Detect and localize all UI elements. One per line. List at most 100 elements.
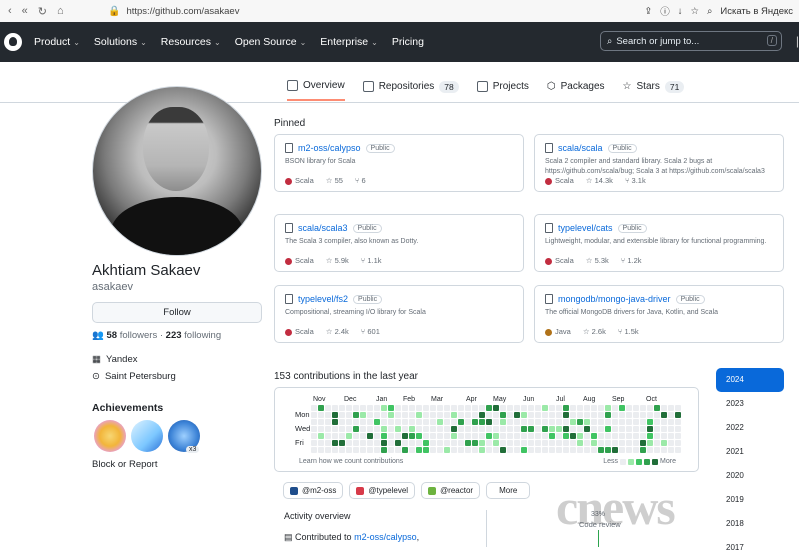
block-report-link[interactable]: Block or Report bbox=[92, 459, 157, 470]
contribution-cell[interactable] bbox=[374, 440, 380, 446]
contribution-cell[interactable] bbox=[619, 433, 625, 439]
contribution-cell[interactable] bbox=[381, 419, 387, 425]
achievement-starstruck-icon[interactable] bbox=[94, 420, 126, 452]
contribution-cell[interactable] bbox=[584, 419, 590, 425]
year-2023[interactable]: 2023 bbox=[716, 392, 784, 416]
contribution-cell[interactable] bbox=[444, 426, 450, 432]
contribution-cell[interactable] bbox=[668, 426, 674, 432]
contribution-cell[interactable] bbox=[514, 426, 520, 432]
contribution-cell[interactable] bbox=[612, 426, 618, 432]
contribution-cell[interactable] bbox=[353, 419, 359, 425]
contribution-cell[interactable] bbox=[472, 426, 478, 432]
contribution-cell[interactable] bbox=[626, 447, 632, 453]
contribution-cell[interactable] bbox=[514, 412, 520, 418]
contribution-cell[interactable] bbox=[591, 433, 597, 439]
contribution-cell[interactable] bbox=[675, 440, 681, 446]
contribution-cell[interactable] bbox=[577, 419, 583, 425]
contribution-cell[interactable] bbox=[612, 419, 618, 425]
contribution-cell[interactable] bbox=[409, 433, 415, 439]
contribution-cell[interactable] bbox=[451, 419, 457, 425]
contribution-cell[interactable] bbox=[444, 447, 450, 453]
contribution-cell[interactable] bbox=[626, 440, 632, 446]
contribution-cell[interactable] bbox=[402, 426, 408, 432]
repo-link[interactable]: scala/scala3 bbox=[298, 223, 348, 233]
contribution-cell[interactable] bbox=[318, 405, 324, 411]
contribution-cell[interactable] bbox=[654, 405, 660, 411]
reload-icon[interactable]: ↻ bbox=[38, 5, 47, 18]
contribution-cell[interactable] bbox=[430, 440, 436, 446]
contribution-cell[interactable] bbox=[486, 419, 492, 425]
contribution-cell[interactable] bbox=[591, 447, 597, 453]
contribution-cell[interactable] bbox=[612, 433, 618, 439]
contribution-cell[interactable] bbox=[626, 426, 632, 432]
contribution-cell[interactable] bbox=[458, 426, 464, 432]
contribution-cell[interactable] bbox=[311, 433, 317, 439]
contribution-cell[interactable] bbox=[318, 426, 324, 432]
tab-repositories[interactable]: Repositories 78 bbox=[362, 80, 459, 101]
contribution-cell[interactable] bbox=[423, 412, 429, 418]
contribution-cell[interactable] bbox=[493, 412, 499, 418]
contribution-cell[interactable] bbox=[549, 433, 555, 439]
contribution-cell[interactable] bbox=[332, 419, 338, 425]
nav-resources[interactable]: Resources ⌄ bbox=[161, 36, 221, 48]
contribution-cell[interactable] bbox=[388, 412, 394, 418]
contribution-cell[interactable] bbox=[311, 405, 317, 411]
contribution-cell[interactable] bbox=[346, 405, 352, 411]
contribution-cell[interactable] bbox=[472, 433, 478, 439]
contribution-cell[interactable] bbox=[654, 440, 660, 446]
contribution-cell[interactable] bbox=[479, 447, 485, 453]
contribution-cell[interactable] bbox=[416, 412, 422, 418]
tab-stars[interactable]: ☆ Stars 71 bbox=[623, 80, 685, 101]
contribution-cell[interactable] bbox=[479, 412, 485, 418]
contribution-cell[interactable] bbox=[325, 433, 331, 439]
contribution-cell[interactable] bbox=[402, 412, 408, 418]
stars-link[interactable]: ☆ 55 bbox=[326, 176, 343, 185]
contribution-cell[interactable] bbox=[458, 433, 464, 439]
contribution-cell[interactable] bbox=[661, 426, 667, 432]
following-link[interactable]: 223 following bbox=[166, 330, 221, 341]
contribution-cell[interactable] bbox=[668, 447, 674, 453]
contribution-cell[interactable] bbox=[332, 412, 338, 418]
contribution-cell[interactable] bbox=[577, 440, 583, 446]
browser-search-box[interactable]: Искать в Яндекс bbox=[720, 6, 793, 17]
history-icon[interactable]: « bbox=[22, 5, 28, 18]
star-icon[interactable]: ☆ bbox=[691, 6, 700, 17]
contribution-cell[interactable] bbox=[451, 426, 457, 432]
contribution-cell[interactable] bbox=[353, 412, 359, 418]
contribution-cell[interactable] bbox=[486, 433, 492, 439]
contribution-cell[interactable] bbox=[332, 405, 338, 411]
contribution-cell[interactable] bbox=[619, 426, 625, 432]
contribution-cell[interactable] bbox=[668, 419, 674, 425]
contributed-repo-link[interactable]: m2-oss/calypso bbox=[354, 532, 417, 542]
contribution-cell[interactable] bbox=[563, 412, 569, 418]
contribution-cell[interactable] bbox=[353, 447, 359, 453]
contribution-cell[interactable] bbox=[367, 447, 373, 453]
contribution-cell[interactable] bbox=[591, 426, 597, 432]
contribution-cell[interactable] bbox=[500, 426, 506, 432]
contribution-cell[interactable] bbox=[346, 419, 352, 425]
contribution-cell[interactable] bbox=[465, 433, 471, 439]
contribution-cell[interactable] bbox=[360, 447, 366, 453]
contribution-cell[interactable] bbox=[444, 405, 450, 411]
contribution-cell[interactable] bbox=[535, 426, 541, 432]
contribution-cell[interactable] bbox=[465, 405, 471, 411]
contribution-cell[interactable] bbox=[570, 412, 576, 418]
contribution-cell[interactable] bbox=[402, 433, 408, 439]
contribution-cell[interactable] bbox=[486, 426, 492, 432]
contribution-cell[interactable] bbox=[570, 433, 576, 439]
repo-link[interactable]: mongodb/mongo-java-driver bbox=[558, 294, 671, 304]
tab-overview[interactable]: Overview bbox=[287, 80, 345, 101]
forks-link[interactable]: ⑂ 3.1k bbox=[625, 176, 646, 185]
contribution-cell[interactable] bbox=[556, 426, 562, 432]
contribution-cell[interactable] bbox=[353, 433, 359, 439]
contribution-cell[interactable] bbox=[402, 440, 408, 446]
contribution-cell[interactable] bbox=[605, 447, 611, 453]
contribution-cell[interactable] bbox=[388, 426, 394, 432]
contribution-cell[interactable] bbox=[556, 447, 562, 453]
contribution-cell[interactable] bbox=[598, 433, 604, 439]
contribution-cell[interactable] bbox=[661, 440, 667, 446]
contribution-cell[interactable] bbox=[626, 412, 632, 418]
contribution-cell[interactable] bbox=[647, 419, 653, 425]
contribution-cell[interactable] bbox=[423, 426, 429, 432]
contribution-cell[interactable] bbox=[626, 433, 632, 439]
